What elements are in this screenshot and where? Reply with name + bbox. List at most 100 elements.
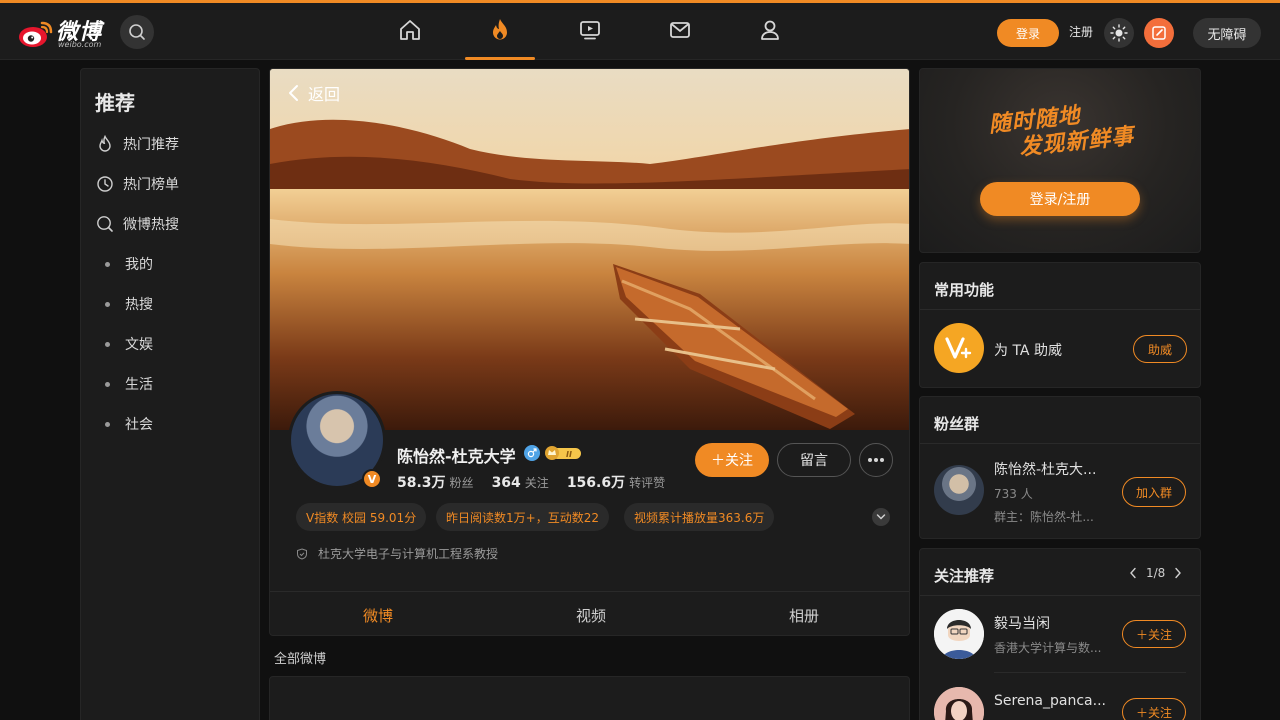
- sidebar-item-label: 热搜: [125, 297, 153, 313]
- read-stats-tag[interactable]: 昨日阅读数1万+，互动数22: [436, 503, 609, 531]
- nav-profile-button[interactable]: [756, 16, 784, 44]
- weibo-logo[interactable]: 微博 weibo.com: [18, 13, 110, 51]
- fan-group-title: 粉丝群: [934, 415, 980, 433]
- sidebar-item-label: 生活: [125, 377, 153, 393]
- profile-main: 返回 V 陈怡然-杜克大学 II 58.3万 粉丝 364 关注 156.6万 …: [269, 68, 910, 636]
- sidebar-item-mine[interactable]: 我的: [95, 252, 153, 276]
- sidebar-item-entertainment[interactable]: 文娱: [95, 332, 153, 356]
- follow-recommend-card: 关注推荐 1/8 毅马当闲 香港大学计算与数... ＋关注 Serena_pan…: [919, 548, 1201, 720]
- vip-level-icon: II: [544, 445, 582, 461]
- compose-button[interactable]: [1144, 18, 1174, 48]
- nav-hot-button[interactable]: [486, 16, 514, 44]
- interactions-label: 转评赞: [629, 476, 666, 490]
- more-options-button[interactable]: [859, 443, 893, 477]
- fan-group-avatar[interactable]: [934, 465, 984, 515]
- profile-tabs: 微博 视频 相册: [270, 591, 909, 636]
- sidebar-item-label: 热门榜单: [123, 177, 179, 193]
- cover-image: 返回: [270, 69, 909, 430]
- prev-page-button[interactable]: [1126, 565, 1140, 581]
- sidebar-item-label: 我的: [125, 257, 153, 273]
- profile-icon: [761, 20, 779, 40]
- promo-login-button[interactable]: 登录/注册: [980, 182, 1140, 216]
- fire-icon: [95, 134, 115, 154]
- login-button[interactable]: 登录: [997, 19, 1059, 47]
- logo-domain: weibo.com: [58, 40, 102, 49]
- bullet-icon: [105, 301, 110, 307]
- join-group-button[interactable]: 加入群: [1122, 477, 1186, 507]
- bullet-icon: [105, 341, 110, 347]
- interactions-count: 156.6万: [566, 475, 626, 491]
- back-button[interactable]: 返回: [286, 81, 340, 105]
- divider: [920, 595, 1200, 596]
- nav-video-button[interactable]: [576, 16, 604, 44]
- message-button[interactable]: 留言: [777, 443, 851, 477]
- nav-home-button[interactable]: [396, 16, 424, 44]
- person-avatar-icon: [934, 687, 984, 720]
- fan-group-card: 粉丝群 陈怡然-杜克大... 733 人 群主：陈怡然-杜... 加入群: [919, 396, 1201, 539]
- sidebar-item-life[interactable]: 生活: [95, 372, 153, 396]
- tab-active-indicator: [362, 635, 394, 636]
- profile-description: 杜克大学电子与计算机工程系教授: [296, 545, 498, 562]
- bullet-icon: [105, 381, 110, 387]
- chevron-left-icon: [289, 85, 298, 101]
- recommend-desc: 香港大学计算与数...: [994, 641, 1102, 655]
- recommend-name[interactable]: Serena_panca...: [994, 693, 1106, 709]
- cheer-icon: [934, 323, 984, 373]
- nav-mail-button[interactable]: [666, 16, 694, 44]
- next-page-button[interactable]: [1171, 565, 1185, 581]
- more-icon: [868, 458, 884, 462]
- nav-active-indicator: [465, 57, 535, 60]
- follow-button[interactable]: ＋关注: [695, 443, 769, 477]
- tab-weibo[interactable]: 微博: [318, 592, 438, 635]
- following-label: 关注: [524, 476, 549, 490]
- profile-name: 陈怡然-杜克大学: [397, 447, 516, 466]
- home-icon: [400, 20, 420, 40]
- feed-card: [269, 676, 910, 720]
- svg-text:II: II: [566, 450, 572, 459]
- sidebar-title: 推荐: [95, 91, 135, 115]
- promo-slogan: 随时随地 发现新鲜事: [988, 97, 1143, 164]
- hot-icon: [493, 19, 507, 40]
- profile-stats: 58.3万 粉丝 364 关注 156.6万 转评赞: [397, 472, 683, 492]
- following-count[interactable]: 364: [492, 475, 521, 491]
- description-text: 杜克大学电子与计算机工程系教授: [318, 547, 499, 561]
- verified-badge: V: [362, 469, 382, 489]
- recommend-follow-button[interactable]: ＋关注: [1122, 620, 1186, 648]
- bullet-icon: [105, 261, 110, 267]
- divider: [920, 309, 1200, 310]
- page-indicator: 1/8: [1146, 566, 1166, 580]
- sidebar: 推荐 热门推荐 热门榜单 微博热搜 我的 热搜 文娱 生活 社会: [80, 68, 260, 720]
- v-index-tag[interactable]: V指数 校园 59.01分: [296, 503, 427, 531]
- recommend-avatar[interactable]: [934, 687, 984, 720]
- fans-count[interactable]: 58.3万: [397, 472, 446, 492]
- chevron-down-icon: [876, 514, 886, 520]
- sidebar-item-hot-search[interactable]: 微博热搜: [95, 212, 179, 236]
- back-label: 返回: [308, 85, 341, 104]
- sidebar-item-society[interactable]: 社会: [95, 412, 153, 436]
- clock-icon: [95, 174, 115, 194]
- cartoon-avatar-icon: [934, 609, 984, 659]
- tab-video[interactable]: 视频: [531, 592, 651, 635]
- sidebar-item-hot-recommend[interactable]: 热门推荐: [95, 132, 179, 156]
- recommend-name[interactable]: 毅马当闲: [994, 613, 1050, 633]
- register-link[interactable]: 注册: [1069, 23, 1093, 40]
- theme-toggle-button[interactable]: [1104, 18, 1134, 48]
- expand-info-button[interactable]: [872, 508, 890, 526]
- sidebar-item-trending[interactable]: 热搜: [95, 292, 153, 316]
- tab-album[interactable]: 相册: [744, 592, 864, 635]
- search-button[interactable]: [120, 15, 154, 49]
- functions-title: 常用功能: [934, 281, 995, 299]
- search-icon: [129, 24, 145, 40]
- fan-group-name[interactable]: 陈怡然-杜克大...: [994, 459, 1096, 479]
- recommend-avatar[interactable]: [934, 609, 984, 659]
- video-plays-tag[interactable]: 视频累计播放量363.6万: [624, 503, 775, 531]
- accessibility-button[interactable]: 无障碍: [1193, 18, 1261, 48]
- sidebar-item-hot-list[interactable]: 热门榜单: [95, 172, 179, 196]
- cheer-button[interactable]: 助威: [1133, 335, 1187, 363]
- male-icon: [524, 445, 540, 461]
- all-posts-label: 全部微博: [274, 652, 327, 667]
- sidebar-item-label: 文娱: [125, 337, 153, 353]
- sidebar-item-label: 微博热搜: [123, 217, 179, 233]
- recommend-follow-button[interactable]: ＋关注: [1122, 698, 1186, 720]
- top-bar: 微博 weibo.com 登录 注册 无障碍: [0, 0, 1280, 60]
